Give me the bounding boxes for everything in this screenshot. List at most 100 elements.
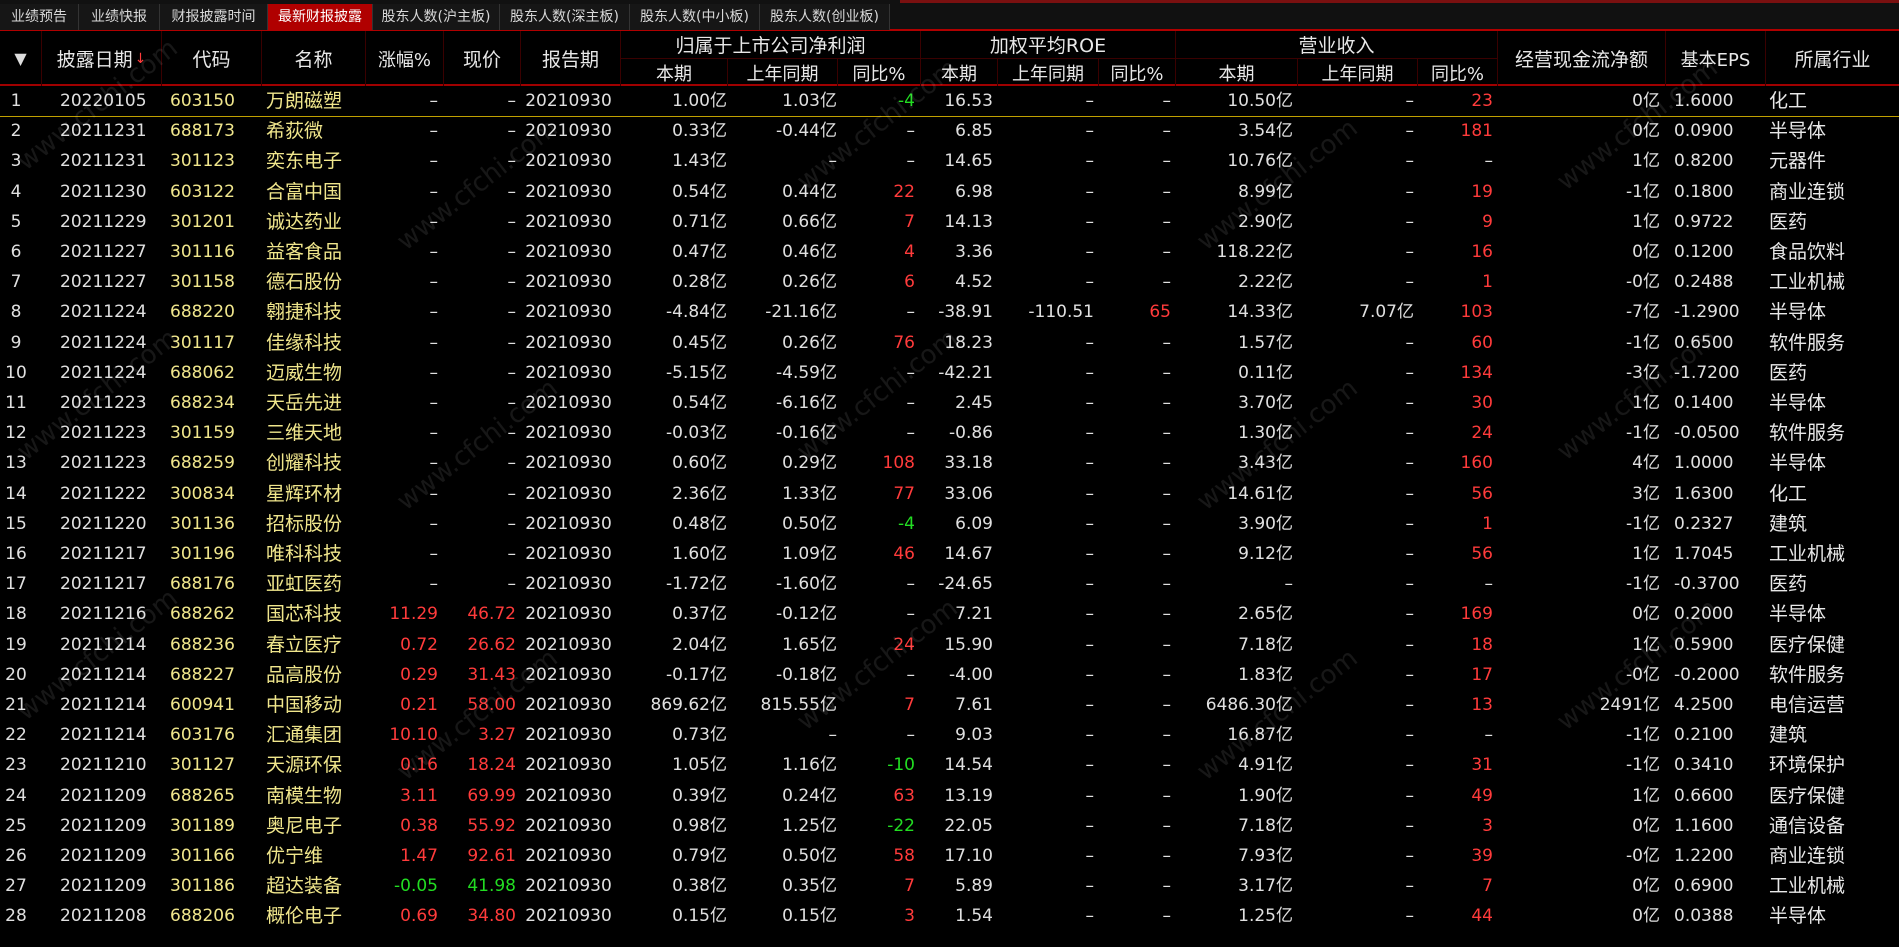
cell-roe-current: 7.21 [955, 604, 993, 625]
cell-rev-yoy: 60 [1471, 332, 1493, 353]
cell-report-period: 20210930 [525, 695, 612, 715]
column-group-net-profit: 归属于上市公司净利润 [621, 31, 921, 59]
table-row[interactable]: 5 20211229 301201 诚达药业 – –20210930 0.71亿 0.66亿 7… [0, 207, 1899, 237]
cell-np-current: 0.54亿 [672, 181, 727, 202]
cell-np-current: 1.00亿 [672, 91, 727, 111]
cell-np-yoy: 7 [904, 876, 915, 897]
table-row[interactable]: 4 20211230 603122 合富中国 – –20210930 0.54亿 0.44亿 2… [0, 177, 1899, 207]
table-row[interactable]: 21 20211214 600941 中国移动 0.21 58.00 20210930 869… [0, 690, 1899, 720]
table-row[interactable]: 1 20220105 603150 万朗磁塑 – –20210930 1.00亿 1.03亿 -… [0, 86, 1899, 117]
column-header-roe-yoy[interactable]: 同比% [1099, 59, 1176, 86]
cell-roe-prev: – [1085, 544, 1095, 564]
table-row[interactable]: 6 20211227 301116 益客食品 – –20210930 0.47亿 0.46亿 4… [0, 237, 1899, 267]
cell-np-prev: 0.50亿 [782, 846, 837, 866]
cell-stock-name: 迈威生物 [266, 361, 343, 384]
cell-np-current: 0.54亿 [672, 393, 727, 413]
table-row[interactable]: 3 20211231 301123 奕东电子 – –20210930 1.43亿 – –14.6… [0, 146, 1899, 176]
cell-roe-prev: – [1085, 815, 1095, 836]
table-row[interactable]: 19 20211214 688236 春立医疗 0.72 26.62 20210930 2.0… [0, 630, 1899, 660]
cell-disclosure-date: 20211210 [60, 755, 147, 776]
table-row[interactable]: 22 20211214 603176 汇通集团 10.10 3.27 20210930 0.7… [0, 720, 1899, 750]
cell-roe-prev: – [1085, 362, 1095, 383]
tab-5[interactable]: 股东人数(深主板) [500, 4, 630, 30]
table-row[interactable]: 8 20211224 688220 翱捷科技 – –20210930 -4.84亿 -21.1… [0, 297, 1899, 327]
table-row[interactable]: 10 20211224 688062 迈威生物 – –20210930 -5.15亿 -4.5… [0, 358, 1899, 388]
tab-4[interactable]: 股东人数(沪主板) [373, 4, 500, 30]
table-row[interactable]: 26 20211209 301166 优宁维 1.47 92.61 20210930 0.79… [0, 841, 1899, 871]
cell-industry: 化工 [1769, 90, 1808, 112]
cell-stock-name: 万朗磁塑 [266, 90, 343, 112]
cell-operating-cashflow: 0亿 [1632, 121, 1660, 142]
cell-industry: 半导体 [1769, 452, 1827, 475]
cell-basic-eps: 0.0900 [1674, 121, 1734, 142]
table-row[interactable]: 2 20211231 688173 希荻微 – –20210930 0.33亿 -0.44亿 –… [0, 116, 1899, 146]
table-row[interactable]: 14 20211222 300834 星辉环材 – –20210930 2.36亿 1.33亿… [0, 479, 1899, 509]
table-row[interactable]: 13 20211223 688259 创耀科技 – –20210930 0.60亿 0.29亿… [0, 448, 1899, 478]
cell-rev-current: 10.76亿 [1227, 151, 1293, 172]
column-header-rev-prev[interactable]: 上年同期 [1298, 59, 1418, 86]
cell-np-prev: – [828, 725, 838, 746]
column-header-np-yoy[interactable]: 同比% [838, 59, 921, 86]
tab-0[interactable]: 业绩预告 [0, 4, 79, 30]
cell-np-prev: 0.66亿 [782, 211, 837, 232]
table-row[interactable]: 12 20211223 301159 三维天地 – –20210930 -0.03亿 -0.1… [0, 418, 1899, 448]
column-header-code[interactable]: 代码 [162, 31, 262, 86]
tab-6[interactable]: 股东人数(中小板) [630, 4, 760, 30]
cell-report-period: 20210930 [525, 604, 612, 625]
cell-rev-yoy: 56 [1471, 544, 1493, 564]
table-row[interactable]: 25 20211209 301189 奥尼电子 0.38 55.92 20210930 0.9… [0, 811, 1899, 841]
column-header-eps[interactable]: 基本EPS [1666, 31, 1766, 86]
cell-industry: 半导体 [1769, 301, 1827, 324]
cell-change-pct: 0.21 [400, 695, 438, 715]
column-header-np-prev[interactable]: 上年同期 [728, 59, 838, 86]
column-menu-button[interactable]: ▼ [0, 31, 42, 86]
cell-basic-eps: -1.2900 [1674, 302, 1740, 323]
column-header-roe-prev[interactable]: 上年同期 [998, 59, 1099, 86]
table-row[interactable]: 18 20211216 688262 国芯科技 11.29 46.72 20210930 0.… [0, 599, 1899, 629]
table-row[interactable]: 24 20211209 688265 南模生物 3.11 69.99 20210930 0.3… [0, 781, 1899, 811]
tab-3[interactable]: 最新财报披露 [268, 4, 373, 30]
column-header-industry[interactable]: 所属行业 [1766, 31, 1899, 86]
cell-row-index: 15 [5, 513, 27, 534]
column-header-name[interactable]: 名称 [262, 31, 366, 86]
column-header-change[interactable]: 涨幅% [366, 31, 444, 86]
column-header-rev-current[interactable]: 本期 [1176, 59, 1298, 86]
table-row[interactable]: 20 20211214 688227 品高股份 0.29 31.43 20210930 -0.… [0, 660, 1899, 690]
column-header-roe-current[interactable]: 本期 [921, 59, 998, 86]
tab-2[interactable]: 财报披露时间 [160, 4, 268, 30]
tab-1[interactable]: 业绩快报 [79, 4, 160, 30]
cell-stock-name: 德石股份 [266, 271, 343, 294]
table-row[interactable]: 7 20211227 301158 德石股份 – –20210930 0.28亿 0.26亿 6… [0, 267, 1899, 297]
tab-7[interactable]: 股东人数(创业板) [760, 4, 890, 30]
cell-rev-prev: – [1405, 846, 1415, 866]
cell-report-period: 20210930 [525, 181, 612, 202]
cell-stock-code: 688234 [170, 393, 235, 413]
column-header-date[interactable]: 披露日期 ↓ [42, 31, 162, 86]
cell-np-prev: 0.46亿 [782, 242, 837, 262]
cell-price: 58.00 [467, 695, 516, 715]
tab-bar: 业绩预告 业绩快报 财报披露时间 最新财报披露 股东人数(沪主板) 股东人数(深主板) 股东… [0, 0, 1899, 31]
column-header-price[interactable]: 现价 [444, 31, 521, 86]
column-header-rev-yoy[interactable]: 同比% [1418, 59, 1498, 86]
table-row[interactable]: 16 20211217 301196 唯科科技 – –20210930 1.60亿 1.09亿… [0, 539, 1899, 569]
cell-industry: 环境保护 [1769, 754, 1846, 777]
cell-stock-name: 希荻微 [266, 120, 324, 143]
cell-np-current: 0.45亿 [672, 332, 727, 353]
cell-industry: 医药 [1769, 210, 1808, 233]
cell-roe-yoy: – [1162, 513, 1172, 534]
table-row[interactable]: 28 20211208 688206 概伦电子 0.69 34.80 20210930 0.1… [0, 901, 1899, 931]
table-row[interactable]: 27 20211209 301186 超达装备 -0.05 41.98 20210930 0.… [0, 871, 1899, 901]
cell-operating-cashflow: 0亿 [1632, 906, 1660, 927]
cell-roe-prev: – [1085, 634, 1095, 655]
column-header-period[interactable]: 报告期 [521, 31, 621, 86]
cell-roe-current: 1.54 [955, 906, 993, 927]
table-row[interactable]: 15 20211220 301136 招标股份 – –20210930 0.48亿 0.50亿… [0, 509, 1899, 539]
column-header-cashflow[interactable]: 经营现金流净额 [1498, 31, 1666, 86]
column-header-np-current[interactable]: 本期 [621, 59, 728, 86]
cell-rev-yoy: 30 [1471, 393, 1493, 413]
cell-price: 26.62 [467, 634, 516, 655]
table-row[interactable]: 11 20211223 688234 天岳先进 – –20210930 0.54亿 -6.16… [0, 388, 1899, 418]
table-row[interactable]: 23 20211210 301127 天源环保 0.16 18.24 20210930 1.0… [0, 750, 1899, 780]
table-row[interactable]: 9 20211224 301117 佳缘科技 – –20210930 0.45亿 0.26亿 7… [0, 328, 1899, 358]
table-row[interactable]: 17 20211217 688176 亚虹医药 – –20210930 -1.72亿 -1.6… [0, 569, 1899, 599]
